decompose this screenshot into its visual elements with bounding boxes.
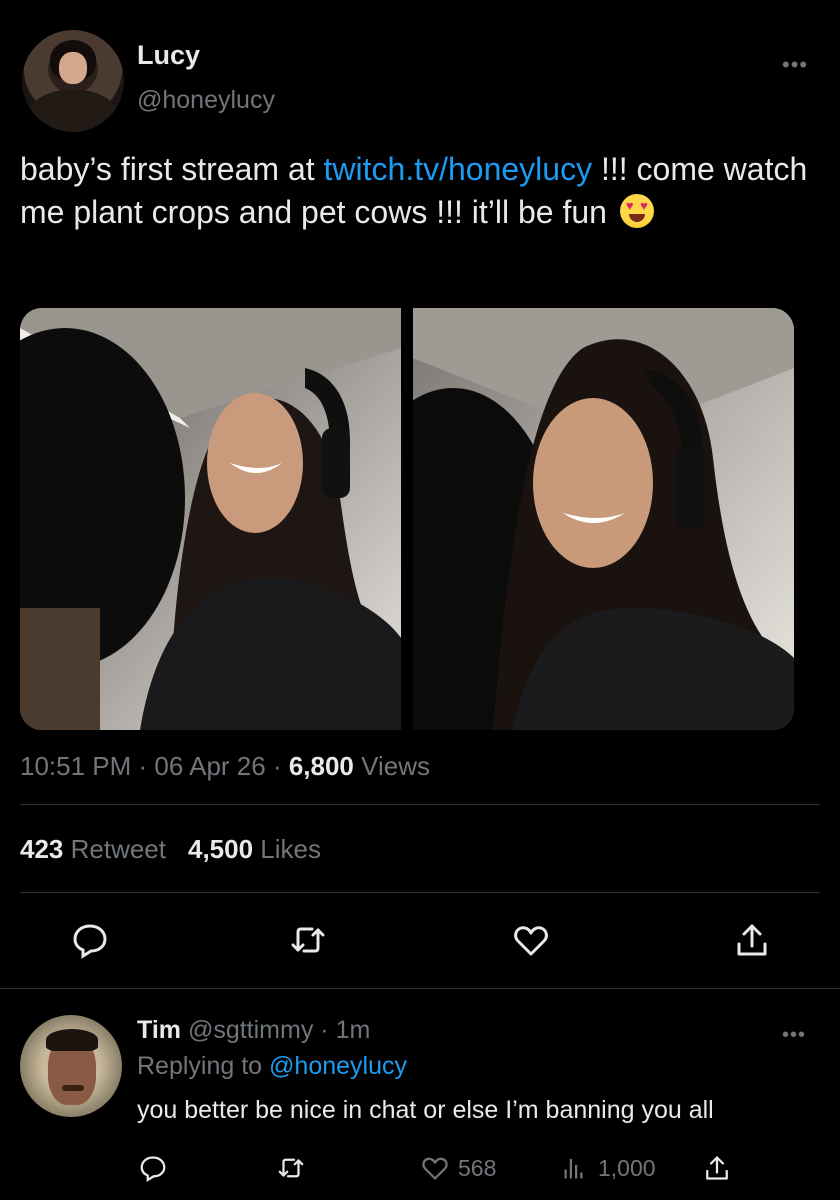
retweet-label: Retweet xyxy=(63,834,166,864)
tweet-meta: 10:51 PM · 06 Apr 26 · 6,800 Views xyxy=(20,751,430,782)
reply-reply-button[interactable] xyxy=(138,1152,168,1184)
divider xyxy=(20,892,820,893)
reply-text: you better be nice in chat or else I’m b… xyxy=(137,1096,714,1124)
retweet-stat[interactable]: 423 Retweet xyxy=(20,834,166,864)
replying-to: Replying to @honeylucy xyxy=(137,1052,407,1081)
tweet-text-part1: baby’s first stream at xyxy=(20,151,324,187)
reply-retweet-button[interactable] xyxy=(276,1152,306,1184)
reply-author-avatar[interactable] xyxy=(20,1015,122,1117)
reply-more-options-icon[interactable]: ••• xyxy=(782,1024,806,1047)
tweet-date: 06 Apr 26 xyxy=(154,751,266,781)
reply-like-count: 568 xyxy=(458,1154,497,1181)
likes-label: Likes xyxy=(253,834,321,864)
author-name[interactable]: Lucy xyxy=(137,40,200,71)
tweet-photo-1[interactable] xyxy=(20,308,401,730)
divider xyxy=(20,804,820,805)
likes-stat[interactable]: 4,500 Likes xyxy=(188,834,321,864)
author-handle[interactable]: @honeylucy xyxy=(137,86,275,115)
share-icon[interactable] xyxy=(732,920,772,960)
divider xyxy=(0,988,840,989)
reply-header: Tim @sgttimmy · 1m xyxy=(137,1016,370,1045)
more-options-icon[interactable]: ••• xyxy=(782,52,808,78)
retweet-icon[interactable] xyxy=(288,920,328,960)
replying-prefix: Replying to xyxy=(137,1052,270,1080)
meta-separator: · xyxy=(265,751,289,781)
views-chart-icon xyxy=(564,1159,583,1179)
replying-to-handle[interactable]: @honeylucy xyxy=(269,1052,407,1080)
meta-separator: · xyxy=(131,751,155,781)
tweet-text: baby’s first stream at twitch.tv/honeylu… xyxy=(20,148,820,234)
tweet-link[interactable]: twitch.tv/honeylucy xyxy=(324,151,593,187)
reply-author-name[interactable]: Tim xyxy=(137,1016,181,1044)
like-icon[interactable] xyxy=(511,920,551,960)
tweet-views-label: Views xyxy=(353,751,431,781)
reply-views-button[interactable]: 1,000 xyxy=(560,1152,656,1184)
author-avatar[interactable] xyxy=(22,30,124,132)
tweet-stats: 423 Retweet 4,500 Likes xyxy=(20,834,321,865)
like-icon xyxy=(422,1157,448,1180)
heart-eyes-emoji-icon xyxy=(619,194,654,228)
tweet-photo-2[interactable] xyxy=(413,308,794,730)
meta-separator: · xyxy=(313,1016,336,1044)
reply-time: 1m xyxy=(335,1016,371,1044)
likes-count: 4,500 xyxy=(188,834,254,864)
reply-like-button[interactable]: 568 xyxy=(420,1152,496,1184)
reply-icon[interactable] xyxy=(70,920,110,960)
share-icon xyxy=(706,1156,728,1180)
reply-icon xyxy=(140,1156,166,1183)
tweet-time: 10:51 PM xyxy=(20,751,132,781)
retweet-count: 423 xyxy=(20,834,64,864)
reply-views-count: 1,000 xyxy=(598,1154,656,1181)
retweet-icon xyxy=(278,1158,304,1178)
reply-share-button[interactable] xyxy=(702,1152,732,1184)
tweet-views-count[interactable]: 6,800 xyxy=(289,751,354,781)
reply-author-handle[interactable]: @sgttimmy xyxy=(188,1016,313,1044)
